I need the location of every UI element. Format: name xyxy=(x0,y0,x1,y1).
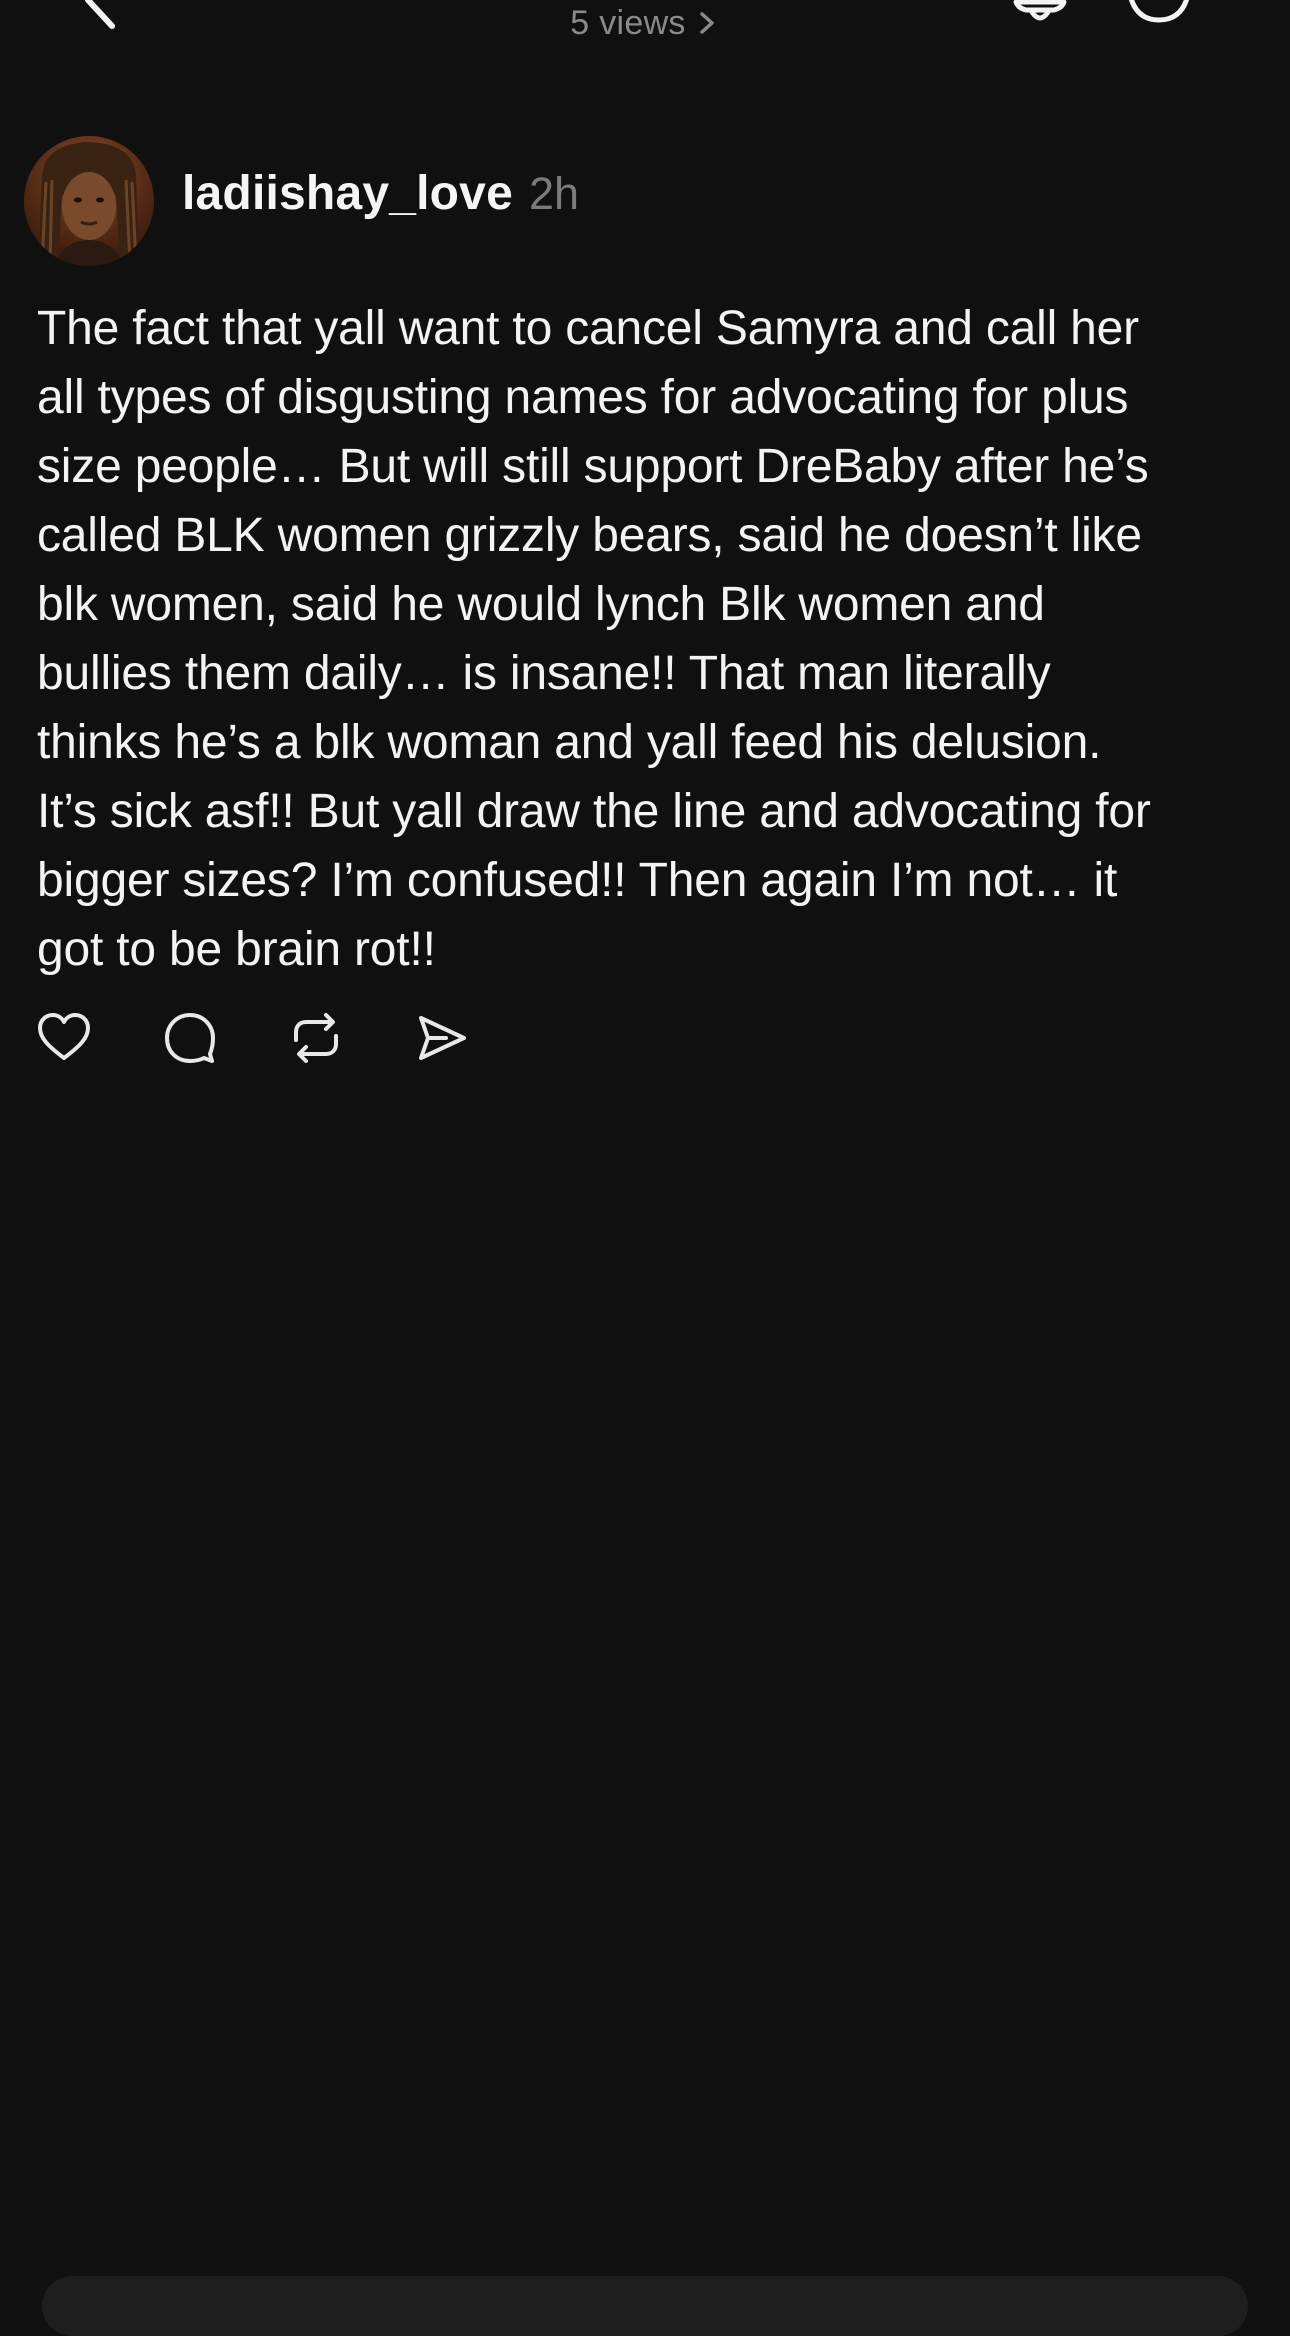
comment-button[interactable] xyxy=(162,1010,218,1066)
share-button[interactable] xyxy=(414,1010,470,1066)
post-timestamp: 2h xyxy=(528,168,580,219)
avatar[interactable] xyxy=(24,136,154,266)
more-button[interactable] xyxy=(1124,0,1194,26)
comment-icon xyxy=(165,1013,215,1063)
notifications-button[interactable] xyxy=(1008,0,1072,26)
username[interactable]: ladiishay_love xyxy=(182,166,513,221)
more-circle-icon xyxy=(1128,0,1190,23)
profile-photo xyxy=(24,136,154,266)
top-bar: 5 views xyxy=(0,0,1290,60)
heart-icon xyxy=(38,1013,90,1060)
post-author-row: ladiishay_love 2h xyxy=(182,166,579,226)
share-icon xyxy=(419,1016,466,1060)
chevron-right-icon xyxy=(699,12,714,34)
post-text: The fact that yall want to cancel Samyra… xyxy=(37,302,1151,976)
like-button[interactable] xyxy=(36,1010,92,1066)
repost-button[interactable] xyxy=(288,1010,344,1066)
repost-icon xyxy=(294,1013,338,1063)
reply-input-bar[interactable] xyxy=(42,2276,1248,2336)
bell-icon xyxy=(1013,0,1067,21)
views-label: 5 views xyxy=(570,4,686,42)
views-link[interactable]: 5 views xyxy=(0,4,1290,43)
